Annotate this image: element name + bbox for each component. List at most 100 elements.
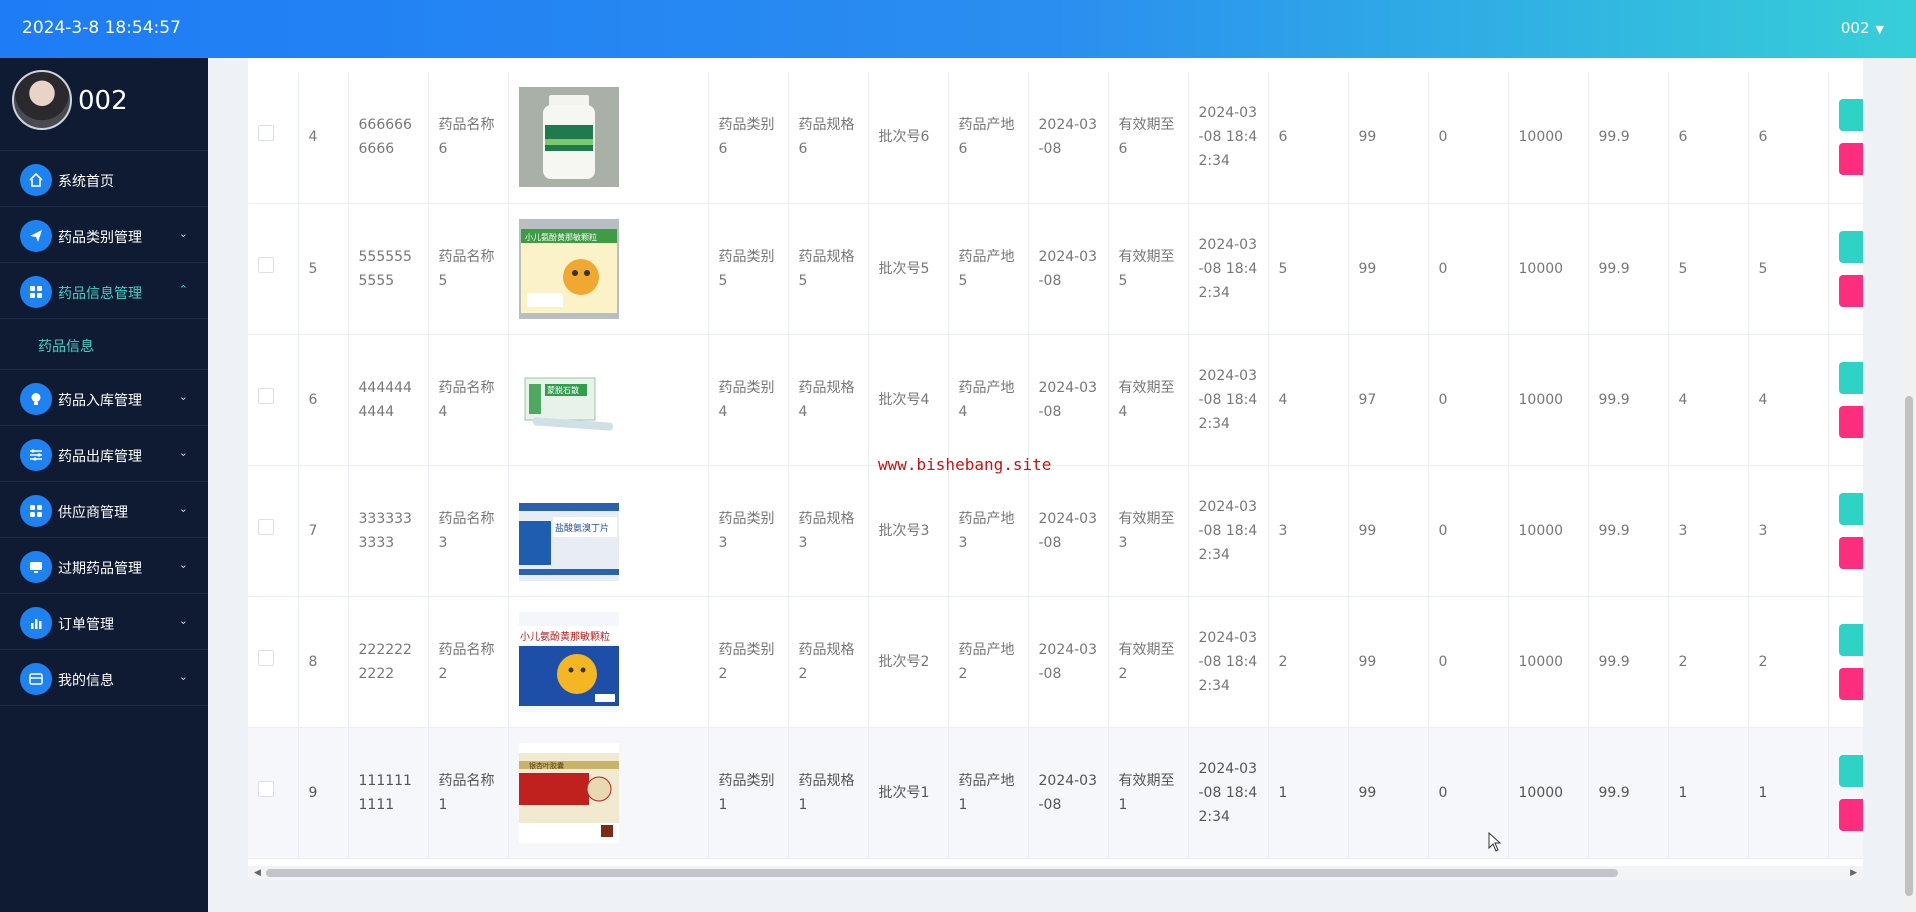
profile-name: 002 (78, 86, 128, 116)
row-checkbox[interactable] (258, 387, 274, 404)
cell-name: 药品名称4 (428, 334, 509, 466)
cell-name: 药品名称2 (428, 596, 509, 728)
sidebar-item-label: 药品信息管理 (58, 286, 142, 302)
delete-button[interactable] (1838, 798, 1863, 831)
delete-button[interactable] (1838, 536, 1863, 569)
edit-button[interactable] (1838, 492, 1863, 525)
cell-num: 99.9 (1588, 334, 1669, 466)
row-checkbox[interactable] (258, 256, 274, 273)
cell-index: 9 (298, 727, 349, 859)
sidebar-item-stock-out[interactable]: 药品出库管理 ⌄ (0, 426, 208, 482)
user-dropdown[interactable]: 002 ▼ (1841, 19, 1884, 37)
cell-index: 8 (298, 596, 349, 728)
sidebar-item-label: 系统首页 (58, 174, 114, 190)
cell-origin: 药品产地1 (948, 727, 1029, 859)
vertical-scroll-thumb[interactable] (1905, 396, 1913, 896)
cell-num: 10000 (1508, 203, 1589, 335)
cell-category: 药品类别4 (708, 334, 789, 466)
cell-index: 5 (298, 203, 349, 335)
cell-num: 3 (1268, 465, 1349, 597)
table-row[interactable]: 8 2222222222 药品名称2 小儿氨酚黄那敏颗粒 药品类别2 药品规格2… (248, 596, 1863, 728)
drug-image[interactable]: 小儿氨酚黄那敏颗粒 (518, 218, 619, 319)
delete-button[interactable] (1838, 405, 1863, 438)
submenu-item-label: 药品信息 (38, 339, 94, 355)
sidebar-item-category[interactable]: 药品类别管理 ⌄ (0, 207, 208, 263)
cell-num: 3 (1748, 465, 1829, 597)
cell-num: 6 (1668, 72, 1749, 204)
apps-icon (20, 495, 52, 527)
horizontal-scrollbar[interactable]: ◀ ▶ (248, 866, 1863, 880)
sidebar: 002 系统首页 药品类别管理 ⌄ 药品信息管理 ⌃ 药品信息 药品入库管理 ⌄… (0, 58, 208, 912)
delete-button[interactable] (1838, 667, 1863, 700)
delete-button[interactable] (1838, 143, 1863, 176)
cell-num: 0 (1428, 334, 1509, 466)
edit-button[interactable] (1838, 623, 1863, 656)
sidebar-item-supplier[interactable]: 供应商管理 ⌄ (0, 482, 208, 538)
cell-name: 药品名称6 (428, 72, 509, 204)
cell-name: 药品名称3 (428, 465, 509, 597)
row-checkbox[interactable] (258, 125, 274, 142)
row-checkbox[interactable] (258, 518, 274, 535)
cell-num: 99 (1348, 203, 1429, 335)
sidebar-item-label: 药品出库管理 (58, 449, 142, 465)
bulb-icon (20, 383, 52, 415)
box-text: 小儿氨酚黄那敏颗粒 (520, 630, 610, 643)
submenu-item-drug-info[interactable]: 药品信息 (0, 319, 208, 370)
cell-code: 5555555555 (348, 203, 429, 335)
cell-batch: 批次号3 (868, 465, 949, 597)
cell-num: 2 (1668, 596, 1749, 728)
cell-num: 4 (1268, 334, 1349, 466)
cell-batch: 批次号2 (868, 596, 949, 728)
cell-category: 药品类别1 (708, 727, 789, 859)
drug-image[interactable] (518, 87, 619, 188)
cell-date: 2024-03-08 (1028, 727, 1109, 859)
sidebar-item-home[interactable]: 系统首页 (0, 151, 208, 207)
edit-button[interactable] (1838, 361, 1863, 394)
table-row[interactable]: 6 4444444444 药品名称4 蒙脱石散 药品类别4 药品规格4 批次号4… (248, 334, 1863, 466)
row-checkbox[interactable] (258, 649, 274, 666)
cell-origin: 药品产地4 (948, 334, 1029, 466)
sidebar-item-my-info[interactable]: 我的信息 ⌄ (0, 650, 208, 706)
delete-button[interactable] (1838, 274, 1863, 307)
table-row[interactable]: 7 3333333333 药品名称3 盐酸氨溴丁片 药品类别3 药品规格3 批次… (248, 465, 1863, 597)
edit-button[interactable] (1838, 754, 1863, 787)
horizontal-scroll-thumb[interactable] (266, 869, 1618, 877)
cell-num: 99 (1348, 72, 1429, 204)
sidebar-item-expired[interactable]: 过期药品管理 ⌄ (0, 538, 208, 594)
sidebar-item-label: 订单管理 (58, 617, 114, 633)
cell-spec: 药品规格6 (788, 72, 869, 204)
drug-image[interactable]: 蒙脱石散 (518, 349, 619, 450)
cell-expiry: 有效期至2 (1108, 596, 1189, 728)
row-checkbox[interactable] (258, 780, 274, 797)
cell-num: 99 (1348, 727, 1429, 859)
cell-code: 1111111111 (348, 727, 429, 859)
cell-num: 2 (1268, 596, 1349, 728)
scroll-left-icon[interactable]: ◀ (254, 866, 261, 880)
drug-image[interactable]: 银杏叶胶囊 (518, 742, 619, 843)
cell-num: 99.9 (1588, 727, 1669, 859)
table-row[interactable]: 9 1111111111 药品名称1 银杏叶胶囊 药品类别1 药品规格1 批次号… (248, 727, 1863, 859)
card-icon (20, 663, 52, 695)
vertical-scrollbar[interactable] (1902, 58, 1916, 912)
table-row[interactable]: 5 5555555555 药品名称5 小儿氨酚黄那敏颗粒 药品类别5 药品规格5… (248, 203, 1863, 335)
edit-button[interactable] (1838, 230, 1863, 263)
grid-icon (20, 276, 52, 308)
table-row[interactable]: 4 6666666666 药品名称6 药品类别6 药品规格6 批次号6 药品产地… (248, 72, 1863, 204)
sidebar-item-orders[interactable]: 订单管理 ⌄ (0, 594, 208, 650)
drug-image[interactable]: 小儿氨酚黄那敏颗粒 (518, 611, 619, 712)
edit-button[interactable] (1838, 99, 1863, 132)
sidebar-item-stock-in[interactable]: 药品入库管理 ⌄ (0, 370, 208, 426)
cell-num: 1 (1668, 727, 1749, 859)
cell-num: 1 (1268, 727, 1349, 859)
cell-batch: 批次号6 (868, 72, 949, 204)
drug-image[interactable]: 盐酸氨溴丁片 (518, 480, 619, 581)
scroll-right-icon[interactable]: ▶ (1850, 866, 1857, 880)
cell-num: 0 (1428, 465, 1509, 597)
chevron-down-icon: ⌄ (178, 390, 188, 403)
cell-num: 5 (1668, 203, 1749, 335)
cell-code: 6666666666 (348, 72, 429, 204)
cell-num: 0 (1428, 203, 1509, 335)
sidebar-item-drug-info[interactable]: 药品信息管理 ⌃ (0, 263, 208, 319)
cell-date: 2024-03-08 (1028, 203, 1109, 335)
cell-expiry: 有效期至5 (1108, 203, 1189, 335)
